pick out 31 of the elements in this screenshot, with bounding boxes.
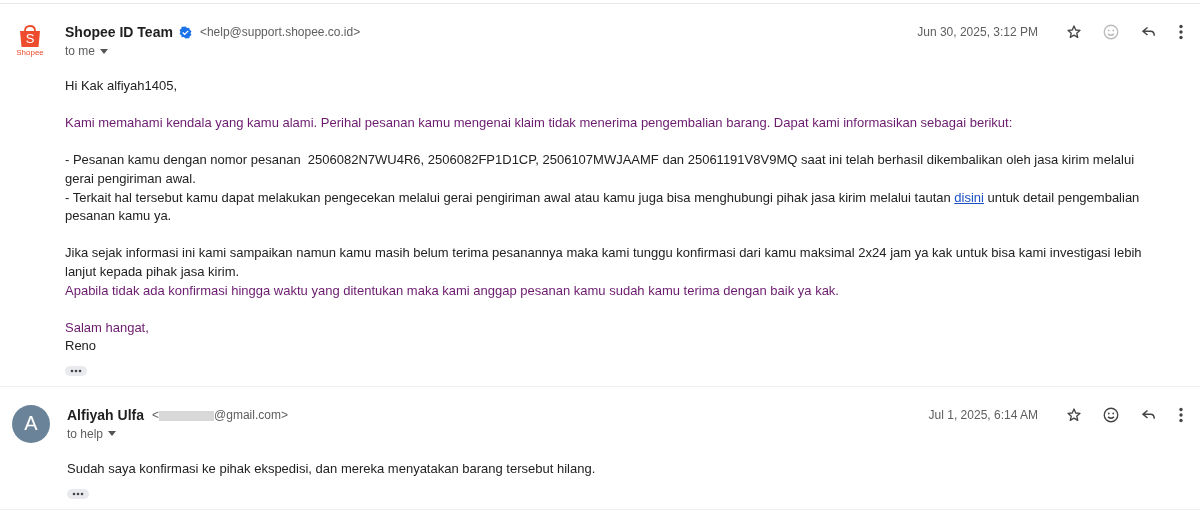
link[interactable]: disini xyxy=(954,189,984,205)
sender-email: < @gmail.com> xyxy=(152,407,288,422)
message-paragraph: Apabila tidak ada konfirmasi hingga waktu yang ditentukan maka kami anggap pesanan kamu sudah kamu terima dengan baik ya kak. xyxy=(65,281,840,300)
recipient-dropdown[interactable]: to me xyxy=(65,44,108,58)
more-icon[interactable] xyxy=(1178,24,1184,40)
more-icon[interactable] xyxy=(1178,406,1184,423)
sender-name: Alfiyah Ulfa xyxy=(67,406,144,423)
shopee-logo: S Shopee xyxy=(12,24,48,60)
message-paragraph: Hi Kak alfiyah1405, xyxy=(65,77,178,95)
ellipsis-icon xyxy=(70,368,82,373)
message-paragraph: Sudah saya konfirmasi ke pihak ekspedisi, dan mereka menyatakan barang tersebut hilang. xyxy=(67,459,597,478)
message-paragraph: Jika sejak informasi ini kami sampaikan namun kamu masih belum terima pesanannya maka kami tunggu konfirmasi dari kamu maksimal 2x24 jam ya kak untuk bisa kami investigasi lebih lanjut kepada pihak jasa kirim. xyxy=(65,244,1143,281)
ellipsis-icon xyxy=(72,491,84,496)
message-paragraph: - Terkait hal tersebut kamu dapat melakukan pengecekan melalui gerai pengiriman awal atau kamu juga bisa menghubungi pihak jasa kirim melalui tautan disini untuk detail pengembalian pesanan kamu ya. xyxy=(65,188,1141,226)
message-date: Jul 1, 2025, 6:14 AM xyxy=(928,407,1038,422)
emoji-icon[interactable] xyxy=(1102,405,1120,424)
show-trimmed-button[interactable] xyxy=(65,365,87,376)
message-date: Jun 30, 2025, 3:12 PM xyxy=(917,25,1038,39)
star-icon[interactable] xyxy=(1066,406,1082,423)
avatar: A xyxy=(12,404,50,443)
message-paragraph: Reno xyxy=(65,337,98,356)
caret-icon xyxy=(100,48,108,54)
sender-email: <help@support.shopee.co.id> xyxy=(199,25,361,39)
caret-icon xyxy=(108,431,117,437)
show-trimmed-button[interactable] xyxy=(67,488,89,499)
sender-name: Shopee ID Team xyxy=(65,24,173,40)
message-paragraph: Kami memahami kendala yang kamu alami. Perihal pesanan kamu mengenai klaim tidak menerima pengembalian barang. Dapat kami informasikan sebagai berikut: xyxy=(65,114,1014,133)
recipient-dropdown[interactable]: to help xyxy=(67,426,117,441)
message-paragraph: - Pesanan kamu dengan nomor pesanan 2506082N7WU4R6, 2506082FP1D1CP, 2506107MWJAAMF dan 25061191V8V9MQ saat ini telah berhasil dikembalikan oleh jasa kirim melalui gerai pengiriman awal. xyxy=(65,151,1136,188)
star-icon[interactable] xyxy=(1066,24,1082,40)
message-paragraph: Salam hangat, xyxy=(65,318,150,337)
